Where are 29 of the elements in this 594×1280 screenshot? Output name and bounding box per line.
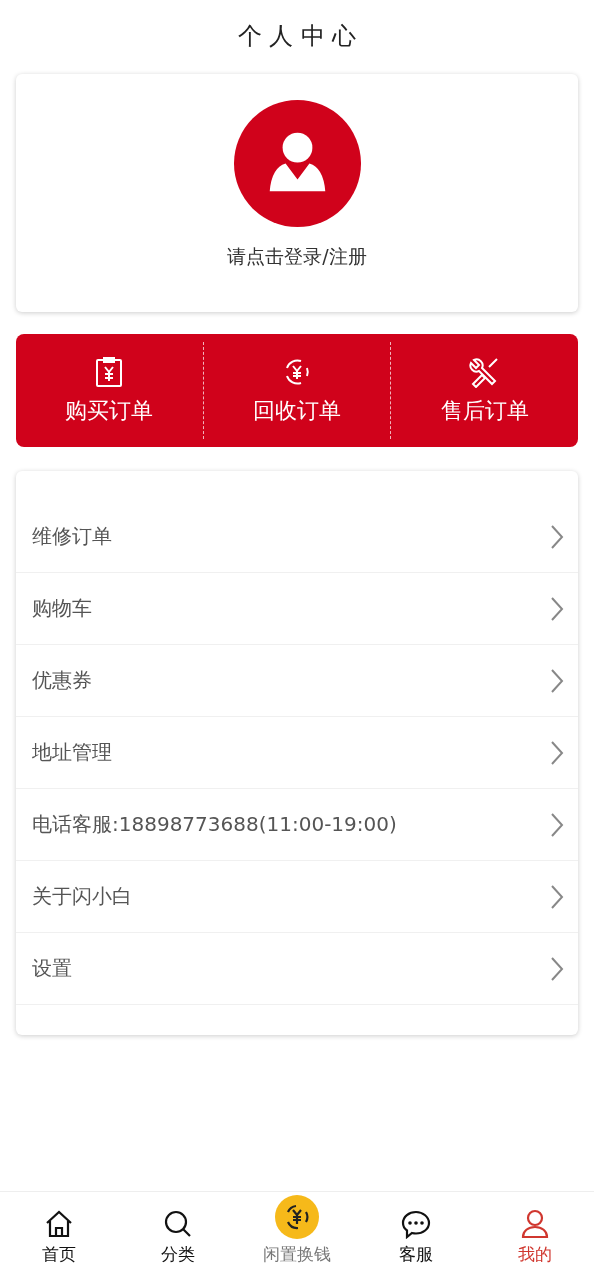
chevron-right-icon	[550, 595, 564, 622]
tools-icon	[468, 355, 501, 388]
menu-item[interactable]: 维修订单	[16, 501, 578, 573]
tab-item[interactable]: 首页	[0, 1192, 119, 1280]
chevron-right-icon	[550, 523, 564, 550]
chevron-right-icon	[550, 883, 564, 910]
page-title: 个 人 中 心	[236, 21, 358, 52]
yen-coin-icon	[275, 1195, 319, 1239]
tab-item[interactable]: 我的	[475, 1192, 594, 1280]
menu-item[interactable]: 电话客服:18898773688(11:00-19:00)	[16, 789, 578, 861]
user-icon	[519, 1209, 550, 1239]
order-button[interactable]: 回收订单	[202, 342, 391, 439]
tab-item[interactable]: 闲置换钱	[237, 1192, 357, 1280]
chat-icon	[400, 1209, 431, 1239]
tab-item[interactable]: 客服	[356, 1192, 476, 1280]
avatar-icon[interactable]	[233, 100, 361, 227]
chevron-right-icon	[550, 955, 564, 982]
tab-item[interactable]: 分类	[118, 1192, 238, 1280]
menu-item[interactable]: 地址管理	[16, 717, 578, 789]
order-button[interactable]: 购买订单	[16, 342, 203, 439]
menu-item[interactable]: 购物车	[16, 573, 578, 645]
menu-item[interactable]: 优惠券	[16, 645, 578, 717]
login-link[interactable]: 请点击登录/注册	[227, 244, 367, 270]
chevron-right-icon	[550, 811, 564, 838]
chevron-right-icon	[550, 739, 564, 766]
chevron-right-icon	[550, 667, 564, 694]
menu-item[interactable]: 关于闪小白	[16, 861, 578, 933]
order-button[interactable]: 售后订单	[390, 342, 578, 439]
menu-item[interactable]: 设置	[16, 933, 578, 1005]
